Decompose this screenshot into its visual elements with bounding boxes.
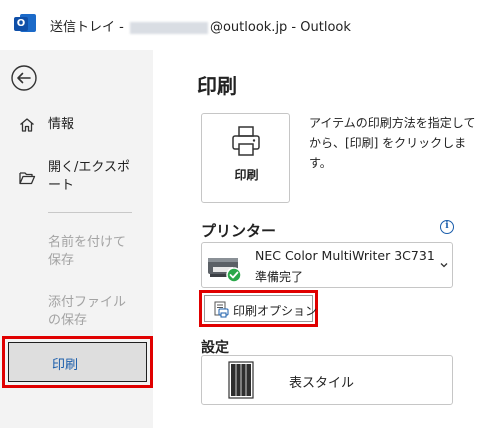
title-bar: O 送信トレイ - @outlook.jp - Outlook [0,0,500,50]
print-button[interactable]: 印刷 [201,113,290,203]
print-style-selector[interactable]: 表スタイル [201,355,453,405]
info-icon[interactable]: i [440,220,454,234]
arrow-left-circle-icon [11,65,37,91]
chevron-down-icon [440,263,448,268]
printer-status: 準備完了 [255,270,304,284]
folder-open-icon [19,172,36,185]
redacted-email [129,21,208,34]
printer-icon [232,126,260,156]
window-title-prefix: 送信トレイ - [50,20,128,35]
backstage-sidebar: 情報 開く/エクスポート 名前を付けて保存 添付ファイルの保存 印刷 [0,50,153,428]
settings-section-heading: 設定 [201,340,229,356]
printer-section-heading: プリンター [201,222,277,240]
outlook-app-icon: O [14,13,36,35]
sidebar-divider [48,212,132,213]
print-description: アイテムの印刷方法を指定してから、[印刷] をクリックします。 [309,116,476,170]
sidebar-item-label: 添付ファイルの保存 [48,295,127,328]
print-button-label: 印刷 [234,168,259,182]
sidebar-item-open-export[interactable]: 開く/エクスポート [0,155,153,195]
window-title-suffix: @outlook.jp - Outlook [209,20,351,35]
table-style-icon [228,361,254,399]
highlight-box-print-options: 印刷オプション [199,290,318,327]
sidebar-item-print[interactable]: 印刷 [8,342,147,382]
sidebar-item-label: 印刷 [52,358,79,373]
highlight-box-print-nav: 印刷 [2,336,153,388]
printer-name: NEC Color MultiWriter 3C731 [255,248,435,263]
sidebar-item-info[interactable]: 情報 [0,114,153,136]
home-icon [20,118,34,132]
sidebar-item-label: 開く/エクスポート [48,160,130,193]
print-options-label: 印刷オプション [233,304,318,318]
printer-device-icon [208,258,242,283]
print-style-label: 表スタイル [289,376,355,391]
sidebar-item-label: 情報 [48,117,75,132]
printer-dropdown[interactable]: NEC Color MultiWriter 3C731 準備完了 [201,242,453,288]
back-button[interactable] [10,64,38,92]
print-options-icon [214,301,229,318]
sidebar-item-label: 名前を付けて保存 [48,235,127,268]
print-options-button[interactable]: 印刷オプション [204,295,317,322]
window-title: 送信トレイ - @outlook.jp - Outlook [50,16,351,35]
page-title: 印刷 [197,74,237,98]
